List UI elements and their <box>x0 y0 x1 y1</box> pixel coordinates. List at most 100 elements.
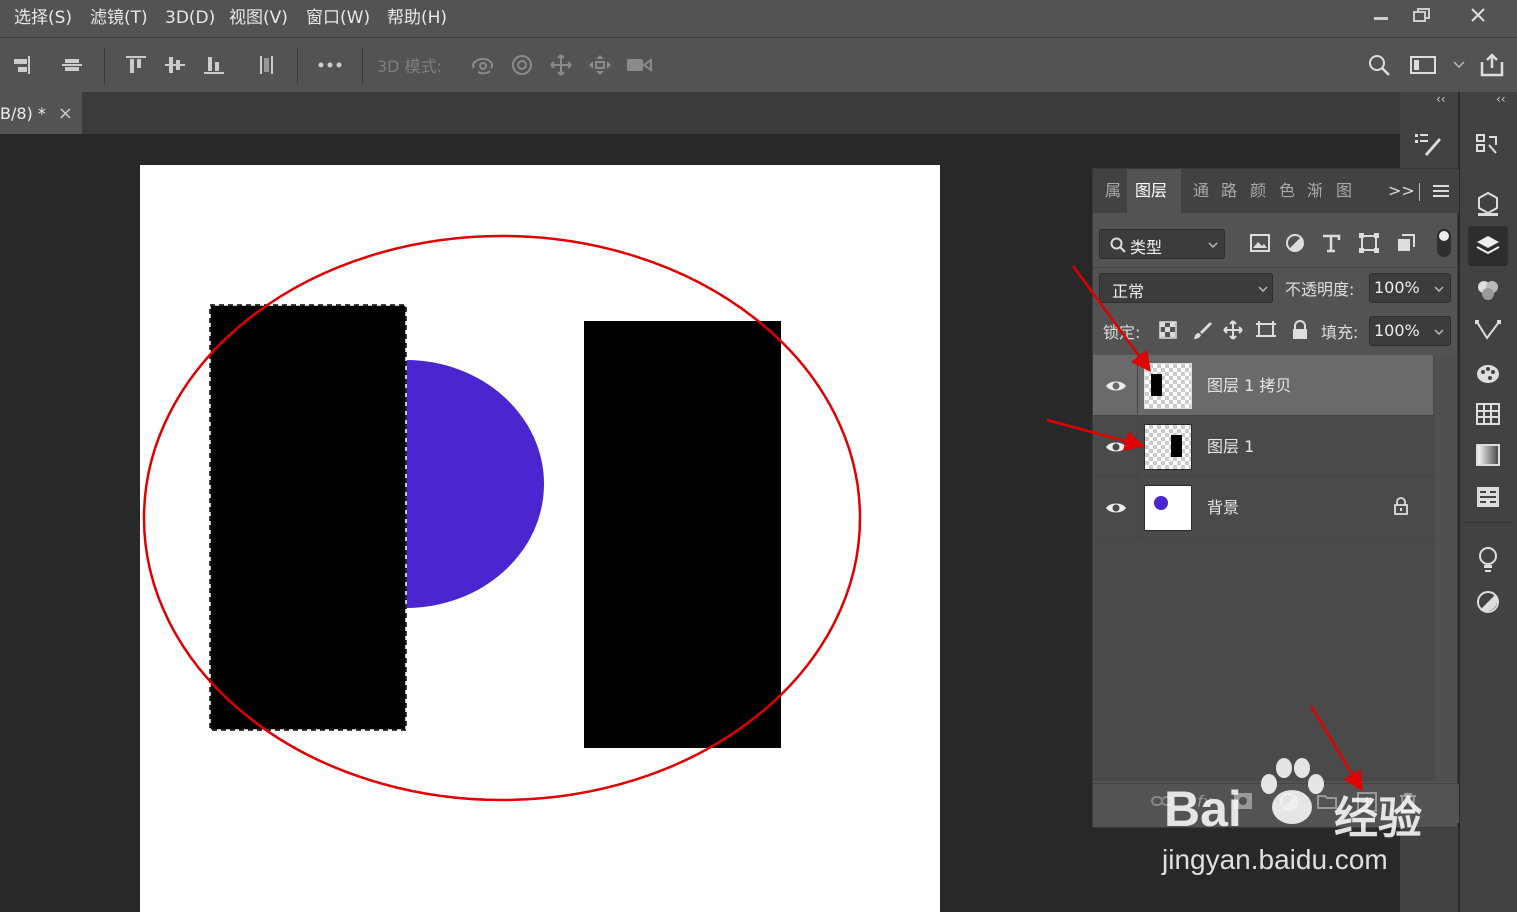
tab-paths[interactable]: 路 <box>1221 169 1237 213</box>
layer-thumbnail[interactable] <box>1144 485 1192 531</box>
lock-position-button[interactable] <box>1222 319 1244 341</box>
filter-toggle[interactable] <box>1437 229 1451 257</box>
tab-close-button[interactable]: × <box>58 103 73 124</box>
lock-artboard-button[interactable] <box>1255 319 1277 341</box>
menu-help[interactable]: 帮助(H) <box>387 0 447 37</box>
lock-transparency-button[interactable] <box>1157 319 1179 341</box>
filter-adjustment-button[interactable] <box>1284 232 1306 254</box>
layer-row-layer1[interactable]: 图层 1 <box>1093 416 1433 477</box>
visibility-toggle[interactable] <box>1105 436 1127 458</box>
filter-smartobject-button[interactable] <box>1395 232 1417 254</box>
layer-thumbnail[interactable] <box>1144 363 1192 409</box>
document-tab[interactable]: B/8) * × <box>0 92 82 134</box>
filter-shape-button[interactable] <box>1358 232 1380 254</box>
menu-window[interactable]: 窗口(W) <box>306 0 370 37</box>
history-button[interactable] <box>1468 125 1508 165</box>
3d-pan-button[interactable] <box>546 50 576 80</box>
align-bottom-button[interactable] <box>199 50 229 80</box>
watermark-url: jingyan.baidu.com <box>1162 844 1388 875</box>
share-button[interactable] <box>1477 50 1507 80</box>
toggle-knob <box>1439 231 1449 241</box>
delete-layer-button[interactable] <box>1399 792 1417 812</box>
new-group-button[interactable] <box>1317 793 1337 809</box>
color-button[interactable] <box>1468 354 1508 394</box>
layer-row-copy[interactable]: 图层 1 拷贝 <box>1093 355 1433 416</box>
workspace-button[interactable] <box>1408 50 1438 80</box>
palette-icon <box>1477 365 1499 383</box>
swatches-button[interactable] <box>1468 394 1508 434</box>
align-bottom-icon <box>204 57 224 74</box>
document-canvas[interactable] <box>140 165 940 912</box>
strip-divider <box>1464 522 1513 523</box>
layer-name[interactable]: 背景 <box>1207 477 1239 538</box>
tab-color[interactable]: 颜 <box>1250 169 1266 213</box>
new-layer-button[interactable] <box>1357 792 1377 812</box>
restore-button[interactable] <box>1398 0 1446 30</box>
visibility-toggle[interactable] <box>1105 375 1127 397</box>
tab-channels[interactable]: 通 <box>1193 169 1209 213</box>
close-button[interactable] <box>1454 0 1502 30</box>
blend-mode-select[interactable]: 正常 <box>1099 273 1273 303</box>
tab-properties[interactable]: 属 <box>1105 169 1121 213</box>
tab-patterns[interactable]: 图 <box>1336 169 1352 213</box>
lock-all-button[interactable] <box>1289 319 1311 341</box>
3d-orbit-button[interactable] <box>468 50 498 80</box>
tab-layers[interactable]: 图层 <box>1135 169 1167 213</box>
distribute-button[interactable] <box>250 50 280 80</box>
menu-3d[interactable]: 3D(D) <box>165 0 215 37</box>
patterns-button[interactable] <box>1468 477 1508 517</box>
lightbulb-icon <box>1479 547 1497 572</box>
collapse-icon[interactable]: ‹‹ <box>1496 92 1506 106</box>
layer-row-background[interactable]: 背景 <box>1093 477 1433 538</box>
align-right-edges-button[interactable] <box>6 50 36 80</box>
pen-path-icon <box>1475 320 1501 340</box>
3d-slide-button[interactable] <box>585 50 615 80</box>
layers-panel-button[interactable] <box>1468 226 1508 266</box>
3d-camera-button[interactable] <box>624 50 654 80</box>
fill-input[interactable]: 100% <box>1369 316 1451 346</box>
layer-name[interactable]: 图层 1 拷贝 <box>1207 355 1291 416</box>
layer-filter-select[interactable]: 类型 <box>1099 229 1225 259</box>
chevron-down-icon <box>1258 286 1268 293</box>
workspace-dropdown[interactable] <box>1444 50 1474 80</box>
opacity-input[interactable]: 100% <box>1369 273 1451 303</box>
panel-menu-button[interactable] <box>1433 185 1449 197</box>
gradients-button[interactable] <box>1468 435 1508 475</box>
link-icon <box>1151 796 1173 806</box>
menu-filter[interactable]: 滤镜(T) <box>90 0 148 37</box>
tab-swatches[interactable]: 色 <box>1279 169 1295 213</box>
layer-thumbnail[interactable] <box>1144 424 1192 470</box>
adjustments-button[interactable] <box>1468 582 1508 622</box>
menu-view[interactable]: 视图(V) <box>229 0 288 37</box>
brush-settings-button[interactable] <box>1408 124 1448 164</box>
search-button[interactable] <box>1364 50 1394 80</box>
align-vertical-center-button[interactable] <box>57 50 87 80</box>
menu-select[interactable]: 选择(S) <box>14 0 72 37</box>
3d-roll-button[interactable] <box>507 50 537 80</box>
panel-more-tabs[interactable]: >> <box>1388 169 1415 213</box>
channels-button[interactable] <box>1468 270 1508 310</box>
3d-roll-icon <box>512 55 532 75</box>
filter-pixel-button[interactable] <box>1249 232 1271 254</box>
layer-style-button[interactable]: fx <box>1197 792 1212 811</box>
layer-name[interactable]: 图层 1 <box>1207 416 1254 477</box>
thumbnail-content <box>1154 496 1168 510</box>
add-mask-button[interactable] <box>1233 792 1253 810</box>
learn-button[interactable] <box>1468 540 1508 580</box>
align-top-button[interactable] <box>121 50 151 80</box>
eye-icon <box>1106 381 1126 391</box>
link-layers-button[interactable] <box>1151 794 1173 808</box>
new-adjustment-button[interactable] <box>1279 792 1299 812</box>
align-center-icon <box>165 57 185 73</box>
more-options-button[interactable] <box>315 50 345 80</box>
layer-list-scrollbar[interactable] <box>1435 355 1457 781</box>
collapse-icon[interactable]: ‹‹ <box>1436 92 1446 106</box>
tab-gradients[interactable]: 渐 <box>1307 169 1323 213</box>
align-middle-button[interactable] <box>160 50 190 80</box>
libraries-button[interactable] <box>1468 184 1508 224</box>
filter-type-button[interactable] <box>1320 232 1342 254</box>
lock-pixels-button[interactable] <box>1191 319 1213 341</box>
paths-button[interactable] <box>1468 310 1508 350</box>
3d-cube-icon <box>1478 191 1498 216</box>
visibility-toggle[interactable] <box>1105 497 1127 519</box>
